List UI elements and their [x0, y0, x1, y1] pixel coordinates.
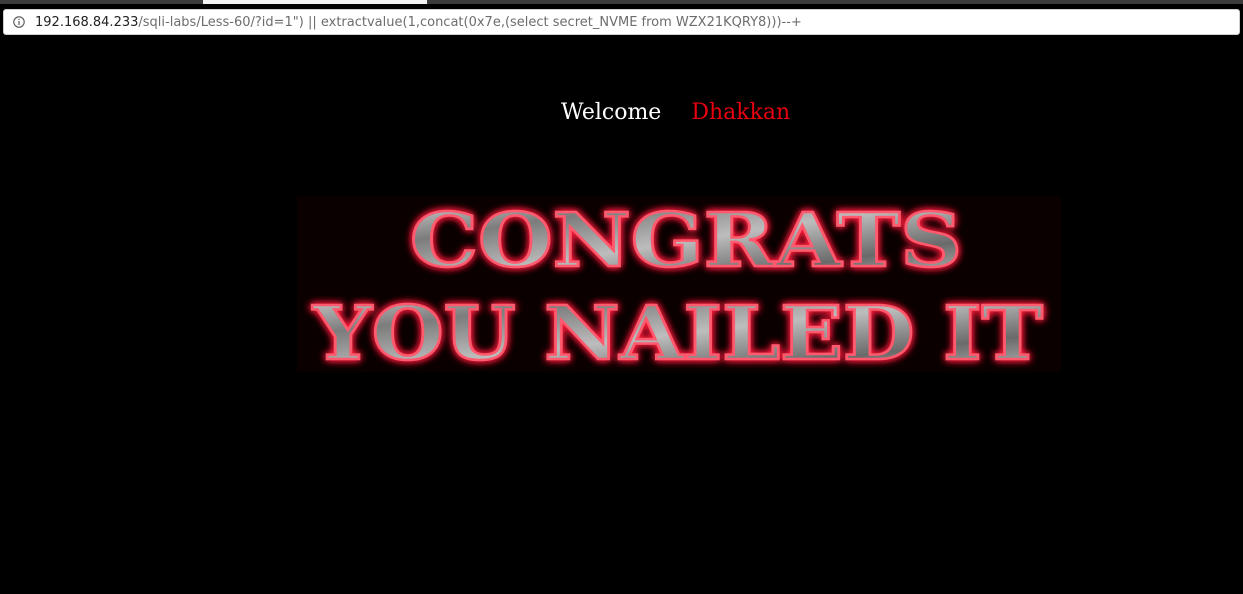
user-name: Dhakkan	[691, 100, 791, 125]
url-host: 192.168.84.233	[35, 14, 139, 30]
active-tab[interactable]	[203, 0, 427, 4]
url-path: /sqli-labs/Less-60/?id=1") || extractval…	[138, 14, 802, 30]
page-content: Welcome Dhakkan CONGRATS YOU NAILED IT	[0, 38, 1243, 594]
welcome-label: Welcome	[561, 100, 662, 125]
banner-line-2: YOU NAILED IT	[312, 291, 1043, 372]
browser-tab-strip	[0, 0, 1243, 4]
welcome-message: Welcome Dhakkan	[561, 100, 790, 125]
address-bar[interactable]: 192.168.84.233/sqli-labs/Less-60/?id=1")…	[3, 9, 1240, 35]
info-icon[interactable]	[13, 16, 25, 28]
congrats-banner: CONGRATS YOU NAILED IT	[297, 196, 1061, 372]
banner-line-1: CONGRATS	[410, 198, 962, 284]
